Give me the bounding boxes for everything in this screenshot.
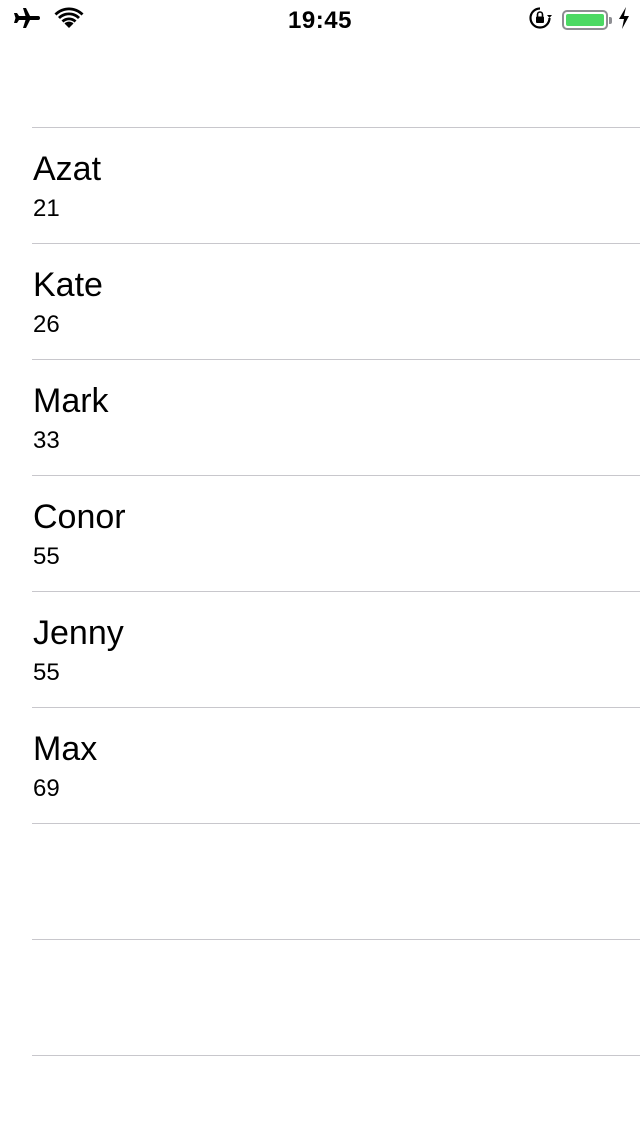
person-age: 33 xyxy=(33,427,60,454)
person-name: Jenny xyxy=(33,614,124,652)
table-row[interactable]: Kate 26 xyxy=(0,244,640,359)
person-name: Azat xyxy=(33,150,102,188)
person-age: 26 xyxy=(33,311,60,338)
table-row[interactable]: Azat 21 xyxy=(0,128,640,243)
orientation-lock-icon xyxy=(528,6,552,35)
person-age: 55 xyxy=(33,543,60,570)
person-name: Conor xyxy=(33,498,126,536)
table-row[interactable]: Max 69 xyxy=(0,708,640,823)
charging-bolt-icon xyxy=(618,6,630,34)
status-right xyxy=(528,6,630,34)
table-row[interactable]: Mark 33 xyxy=(0,360,640,475)
empty-table-row xyxy=(0,940,640,1055)
table-row[interactable]: Conor 55 xyxy=(0,476,640,591)
person-age: 69 xyxy=(33,775,60,802)
person-name: Kate xyxy=(33,266,103,304)
table-separator xyxy=(32,1055,640,1056)
person-age: 21 xyxy=(33,195,60,222)
empty-table-row xyxy=(0,824,640,939)
table-row[interactable]: Jenny 55 xyxy=(0,592,640,707)
people-table[interactable]: Azat 21 Kate 26 Mark 33 Conor 55 Jenny 5… xyxy=(0,127,640,1056)
person-name: Max xyxy=(33,730,98,768)
status-bar: 19:45 xyxy=(0,0,640,40)
person-age: 55 xyxy=(33,659,60,686)
battery-nub xyxy=(609,17,612,24)
person-name: Mark xyxy=(33,382,109,420)
battery-fill xyxy=(566,14,604,26)
battery-icon xyxy=(562,10,612,30)
